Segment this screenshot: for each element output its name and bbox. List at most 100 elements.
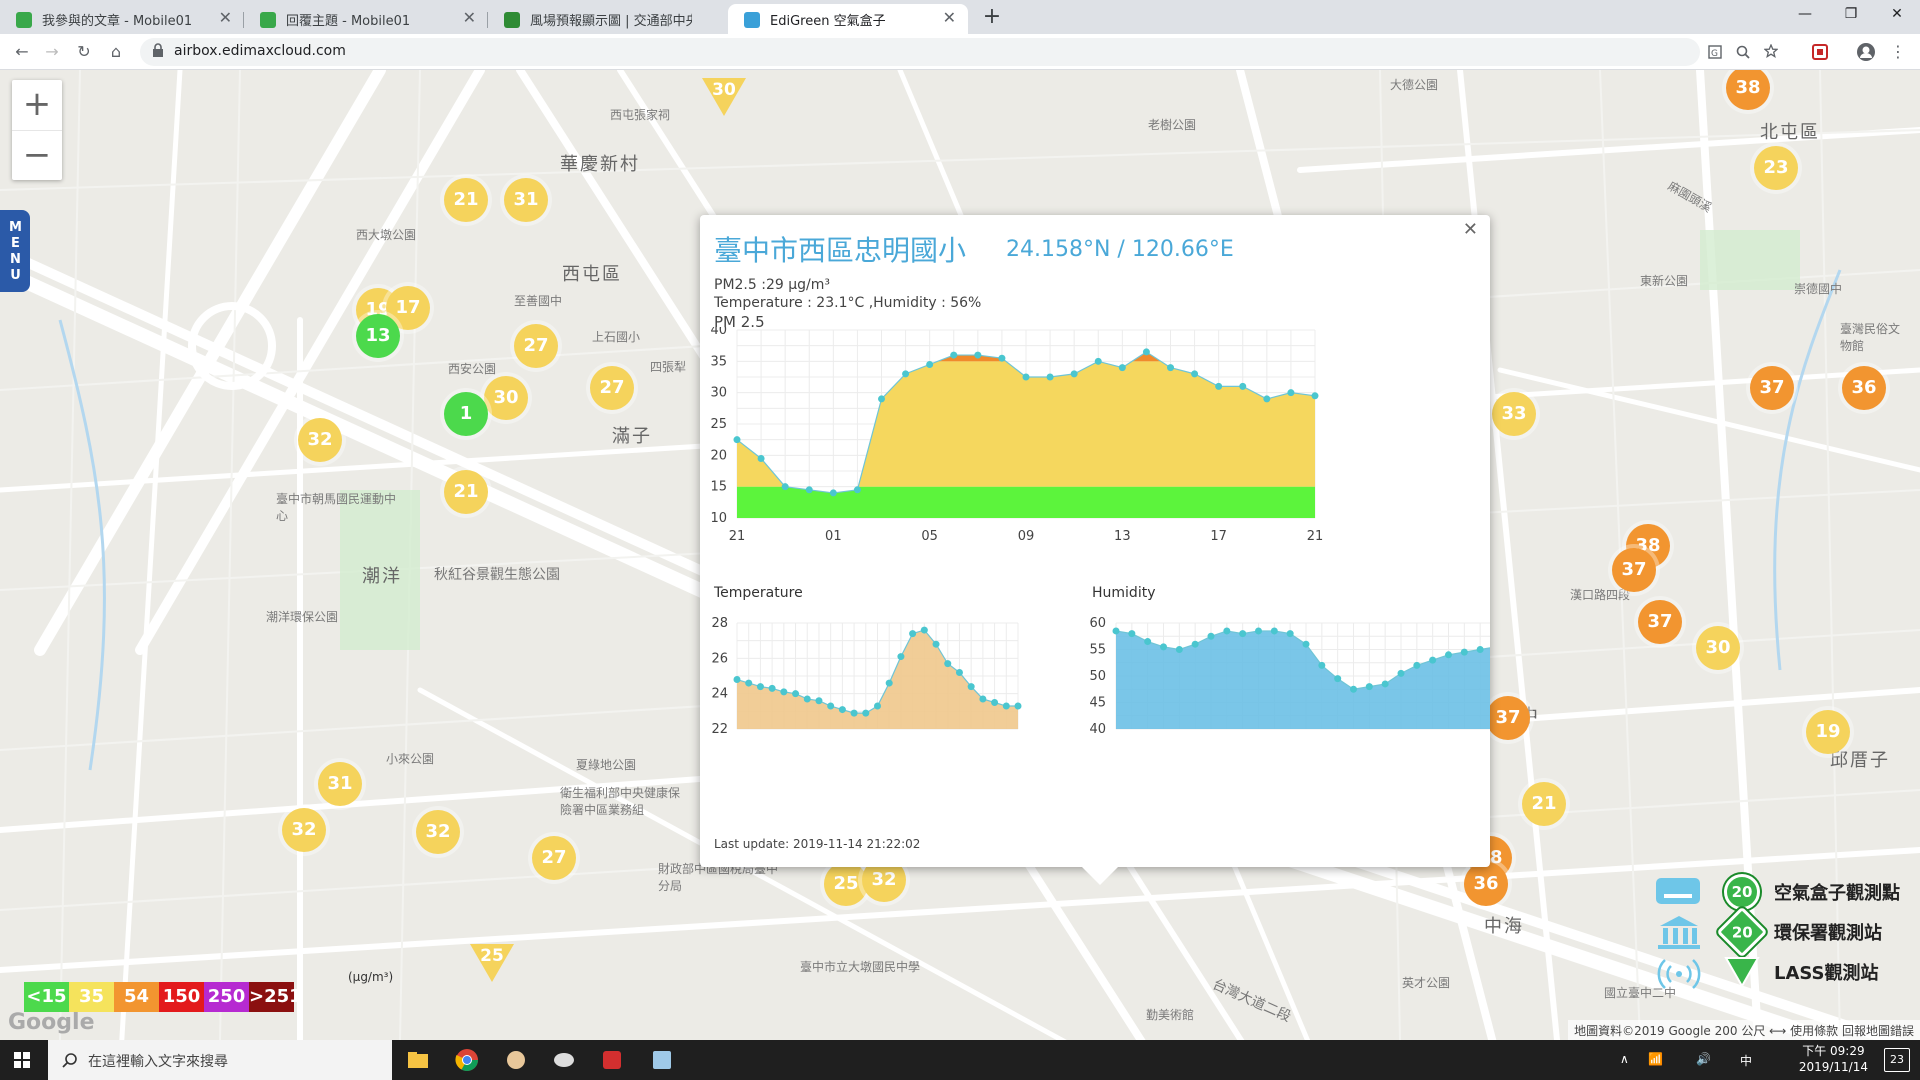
map-label: 老樹公園 [1148, 118, 1197, 132]
aqi-marker[interactable]: 32 [416, 810, 460, 854]
aqi-marker[interactable]: 19 [1806, 710, 1850, 754]
map-label: 小來公園 [386, 752, 435, 766]
system-clock[interactable]: 下午 09:29 2019/11/14 [1799, 1043, 1868, 1075]
lass-marker[interactable]: 30 [702, 78, 746, 116]
aqi-marker[interactable]: 13 [356, 314, 400, 358]
aqi-marker[interactable]: 30 [484, 376, 528, 420]
home-button[interactable]: ⌂ [104, 40, 128, 64]
legend-label: 環保署觀測站 [1774, 923, 1882, 944]
menu-tab-button[interactable]: MENU [0, 210, 30, 292]
map-attribution[interactable]: 地圖資料©2019 Google 200 公尺 ⟷ 使用條款 回報地圖錯誤 [1568, 1020, 1920, 1040]
aqi-marker[interactable]: 37 [1486, 696, 1530, 740]
app-icon[interactable] [600, 1048, 624, 1072]
address-bar[interactable]: airbox.edimaxcloud.com G [140, 38, 1778, 66]
new-tab-button[interactable]: + [978, 4, 1006, 32]
data-point [878, 395, 885, 403]
volume-icon[interactable]: 🔊 [1696, 1052, 1711, 1066]
profile-avatar-icon[interactable] [1856, 42, 1876, 62]
translate-icon[interactable]: G [1708, 45, 1722, 59]
aqi-marker[interactable]: 23 [1754, 146, 1798, 190]
aqi-marker[interactable]: 32 [282, 808, 326, 852]
aqi-marker[interactable]: 1 [444, 392, 488, 436]
tab-title: 回覆主題 - Mobile01 [286, 13, 411, 29]
aqi-marker[interactable]: 36 [1464, 862, 1508, 906]
data-point [1022, 373, 1030, 381]
y-tick-label: 15 [710, 480, 727, 495]
close-tab-icon[interactable]: ✕ [943, 8, 956, 27]
y-tick-label: 26 [711, 651, 728, 666]
ime-indicator[interactable]: 中 [1740, 1052, 1752, 1069]
map-label: 西屯張家祠 [610, 108, 671, 122]
data-point [1175, 646, 1183, 653]
tab-wind-forecast[interactable]: 風場預報顯示圖 | 交通部中央氣象 [488, 4, 728, 34]
app-icon[interactable] [504, 1048, 528, 1072]
aqi-marker[interactable]: 37 [1750, 366, 1794, 410]
map-label: 英才公園 [1402, 976, 1451, 990]
data-point [1287, 389, 1295, 397]
reload-button[interactable]: ↻ [72, 40, 96, 64]
aqi-marker[interactable]: 27 [514, 324, 558, 368]
restore-button[interactable]: ❐ [1828, 0, 1874, 30]
aqi-marker[interactable]: 37 [1638, 600, 1682, 644]
app-icon[interactable] [552, 1048, 576, 1072]
zoom-icon[interactable] [1736, 45, 1750, 59]
map-label: 勤美術館 [1146, 1008, 1195, 1022]
aqi-marker[interactable]: 30 [1696, 626, 1740, 670]
minimize-button[interactable]: — [1782, 0, 1828, 30]
taskbar-search-box[interactable]: 在這裡輸入文字來搜尋 [48, 1040, 392, 1080]
aqi-marker[interactable]: 37 [1612, 548, 1656, 592]
aqi-marker[interactable]: 33 [1492, 392, 1536, 436]
data-point [1239, 630, 1247, 638]
tab-mobile01-reply[interactable]: 回覆主題 - Mobile01 ✕ [244, 4, 488, 34]
aqi-marker[interactable]: 21 [444, 470, 488, 514]
tray-chevron-icon[interactable]: ∧ [1620, 1052, 1629, 1066]
tab-mobile01-articles[interactable]: 我參與的文章 - Mobile01 ✕ [0, 4, 244, 34]
data-point [1094, 357, 1102, 365]
data-point [756, 683, 764, 691]
aqi-marker[interactable]: 27 [532, 836, 576, 880]
bookmark-star-icon[interactable] [1764, 44, 1778, 58]
data-point [792, 690, 800, 698]
notification-center-icon[interactable]: 23 [1884, 1048, 1910, 1072]
tab-edigreen[interactable]: EdiGreen 空氣盒子 ✕ [728, 4, 968, 34]
close-popup-button[interactable]: ✕ [1463, 219, 1478, 240]
aqi-marker[interactable]: 21 [1522, 782, 1566, 826]
browser-menu-icon[interactable]: ⋮ [1886, 40, 1910, 64]
aqi-marker[interactable]: 27 [590, 366, 634, 410]
lass-marker[interactable]: 25 [470, 944, 514, 982]
data-point [850, 709, 858, 717]
forward-button[interactable]: → [40, 40, 64, 64]
data-point [1118, 364, 1126, 372]
aqi-marker[interactable]: 31 [504, 178, 548, 222]
close-tab-icon[interactable]: ✕ [219, 8, 232, 27]
back-button[interactable]: ← [10, 40, 34, 64]
app-icon[interactable] [650, 1048, 674, 1072]
zoom-out-button[interactable]: − [12, 130, 62, 180]
data-point [829, 489, 837, 497]
legend-badge: 20 [1716, 906, 1768, 958]
extension-icon[interactable] [1812, 44, 1828, 60]
aqi-marker[interactable]: 21 [444, 178, 488, 222]
map-label: 臺中市朝馬國民運動中心 [276, 492, 397, 523]
legend-label: LASS觀測站 [1774, 963, 1879, 984]
station-info-popup: ✕ 臺中市西區忠明國小 24.158°N / 120.66°E PM2.5 :2… [700, 215, 1490, 885]
y-tick-label: 50 [1089, 669, 1106, 684]
x-tick-label: 01 [825, 529, 842, 544]
zoom-in-button[interactable]: + [12, 80, 62, 130]
map-label: 滿子 [612, 426, 652, 447]
map-canvas[interactable]: 華慶新村 西屯區 西大墩公園 至善國中 上石國小 四張犁 西安公園 滿子 潮洋 … [0, 70, 1920, 1040]
data-point [768, 684, 776, 692]
network-icon[interactable]: 📶 [1648, 1052, 1663, 1066]
tab-title: 我參與的文章 - Mobile01 [42, 13, 193, 29]
mobile01-favicon-icon [16, 12, 32, 28]
close-window-button[interactable]: ✕ [1874, 0, 1920, 30]
windows-start-icon[interactable] [14, 1052, 30, 1068]
close-tab-icon[interactable]: ✕ [463, 8, 476, 27]
aqi-marker[interactable]: 32 [298, 418, 342, 462]
chrome-icon[interactable] [455, 1048, 479, 1072]
data-point [1160, 643, 1167, 651]
aqi-marker[interactable]: 36 [1842, 366, 1886, 410]
aqi-marker[interactable]: 31 [318, 762, 362, 806]
data-point [1239, 382, 1247, 390]
file-explorer-icon[interactable] [406, 1048, 430, 1072]
